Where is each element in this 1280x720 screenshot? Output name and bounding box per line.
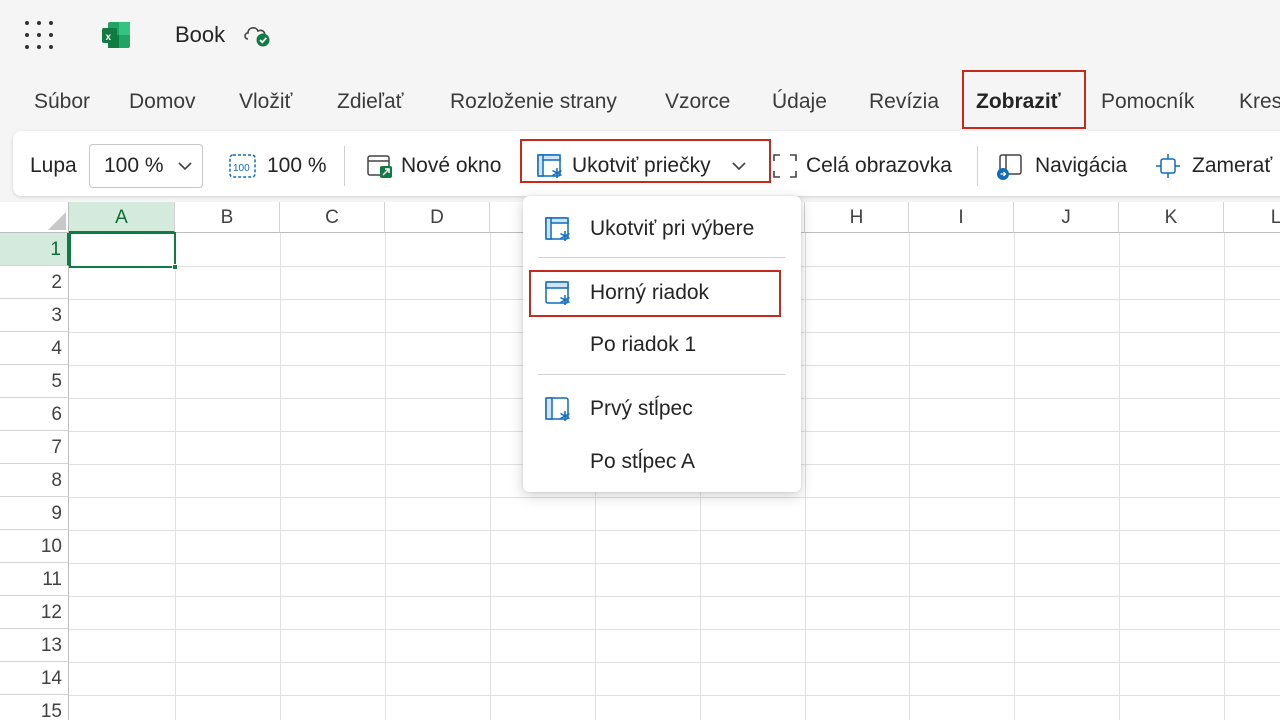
- zoom-dropdown[interactable]: 100 %: [89, 144, 203, 188]
- grid-line: [1119, 233, 1120, 720]
- navigation-button[interactable]: Navigácia: [1035, 154, 1127, 178]
- svg-text:x: x: [106, 32, 112, 43]
- new-window-button[interactable]: Nové okno: [401, 154, 501, 178]
- grid-line: [805, 233, 806, 720]
- freeze-panes-menu: Ukotviť pri výbere Horný riadok Po riado…: [523, 196, 801, 492]
- tab-subor[interactable]: Súbor: [34, 90, 90, 114]
- menu-separator: [538, 257, 785, 258]
- grid-line: [175, 233, 176, 720]
- document-title[interactable]: Book: [175, 22, 225, 48]
- row-header[interactable]: 11: [0, 563, 69, 596]
- column-header[interactable]: B: [175, 202, 280, 233]
- menu-item-label: Ukotviť pri výbere: [590, 217, 755, 240]
- zoom-100-button[interactable]: 100 %: [267, 154, 327, 178]
- column-header[interactable]: D: [385, 202, 490, 233]
- zoom-100-icon: 100: [229, 154, 256, 178]
- focus-icon: [1156, 154, 1180, 178]
- chevron-down-icon: [178, 162, 192, 171]
- column-header[interactable]: H: [805, 202, 909, 233]
- focus-button[interactable]: Zamerať: [1192, 154, 1272, 178]
- column-header[interactable]: A: [69, 202, 175, 233]
- tab-domov[interactable]: Domov: [129, 90, 196, 114]
- fullscreen-icon: [773, 154, 797, 178]
- row-header[interactable]: 10: [0, 530, 69, 563]
- grid-line: [69, 530, 1280, 531]
- tab-pomocnik[interactable]: Pomocník: [1101, 90, 1194, 114]
- menu-item-label: Po riadok 1: [590, 333, 697, 356]
- ribbon-tabs: Súbor Domov Vložiť Zdieľať Rozloženie st…: [0, 70, 1280, 130]
- tab-kreslenie[interactable]: Kres: [1239, 90, 1280, 114]
- excel-icon[interactable]: x: [101, 20, 132, 50]
- new-window-icon: [367, 155, 392, 178]
- grid-line: [280, 233, 281, 720]
- row-header[interactable]: 15: [0, 695, 69, 720]
- row-header[interactable]: 4: [0, 332, 69, 365]
- freeze-panes-icon: [545, 217, 570, 241]
- row-header[interactable]: 13: [0, 629, 69, 662]
- row-header[interactable]: 1: [0, 233, 69, 266]
- navigation-icon: [997, 154, 1022, 180]
- grid-line: [69, 662, 1280, 663]
- row-header[interactable]: 14: [0, 662, 69, 695]
- grid-line: [69, 563, 1280, 564]
- grid-line: [1224, 233, 1225, 720]
- row-header[interactable]: 6: [0, 398, 69, 431]
- menu-item-label: Po stĺpec A: [590, 450, 696, 473]
- row-header[interactable]: 9: [0, 497, 69, 530]
- cloud-saved-icon[interactable]: [242, 22, 272, 48]
- column-header[interactable]: J: [1014, 202, 1119, 233]
- column-header[interactable]: I: [909, 202, 1014, 233]
- ribbon-separator: [344, 146, 345, 186]
- menu-separator: [538, 374, 785, 375]
- menu-item-freeze-first-column[interactable]: Prvý stĺpec: [523, 386, 801, 430]
- row-header[interactable]: 2: [0, 266, 69, 299]
- fullscreen-button[interactable]: Celá obrazovka: [806, 154, 952, 178]
- grid-line: [69, 596, 1280, 597]
- tab-vlozit[interactable]: Vložiť: [239, 90, 292, 114]
- select-all-corner[interactable]: [0, 202, 69, 233]
- row-header[interactable]: 12: [0, 596, 69, 629]
- column-header[interactable]: C: [280, 202, 385, 233]
- grid-line: [490, 233, 491, 720]
- column-header[interactable]: L: [1224, 202, 1280, 233]
- menu-item-freeze-to-column-a[interactable]: Po stĺpec A: [523, 439, 801, 483]
- grid-line: [385, 233, 386, 720]
- tab-udaje[interactable]: Údaje: [772, 90, 827, 114]
- menu-item-label: Prvý stĺpec: [590, 397, 693, 420]
- title-bar: x Book: [0, 0, 1280, 70]
- grid-line: [69, 497, 1280, 498]
- menu-item-freeze-to-row-1[interactable]: Po riadok 1: [523, 322, 801, 366]
- grid-line: [69, 629, 1280, 630]
- fill-handle[interactable]: [172, 264, 178, 270]
- column-header[interactable]: K: [1119, 202, 1224, 233]
- freeze-panes-highlight-box: [520, 139, 771, 183]
- row-header[interactable]: 7: [0, 431, 69, 464]
- tab-rozlozenie-strany[interactable]: Rozloženie strany: [450, 90, 617, 114]
- svg-text:100: 100: [233, 163, 250, 174]
- tab-highlight-box: [962, 70, 1086, 129]
- menu-item-freeze-panes[interactable]: Ukotviť pri výbere: [523, 206, 801, 250]
- app-launcher-icon[interactable]: [25, 21, 53, 49]
- zoom-value: 100 %: [104, 154, 164, 177]
- grid-line: [1014, 233, 1015, 720]
- top-row-highlight-box: [529, 270, 781, 317]
- select-all-icon: [48, 212, 66, 230]
- tab-zdielat[interactable]: Zdieľať: [337, 90, 404, 114]
- row-header[interactable]: 8: [0, 464, 69, 497]
- row-header[interactable]: 5: [0, 365, 69, 398]
- ribbon-separator: [977, 146, 978, 186]
- grid-line: [69, 695, 1280, 696]
- tab-vzorce[interactable]: Vzorce: [665, 90, 730, 114]
- active-cell-a1[interactable]: [69, 232, 176, 268]
- tab-revizia[interactable]: Revízia: [869, 90, 939, 114]
- zoom-label: Lupa: [30, 154, 77, 177]
- row-header[interactable]: 3: [0, 299, 69, 332]
- grid-line: [909, 233, 910, 720]
- freeze-first-column-icon: [545, 397, 570, 421]
